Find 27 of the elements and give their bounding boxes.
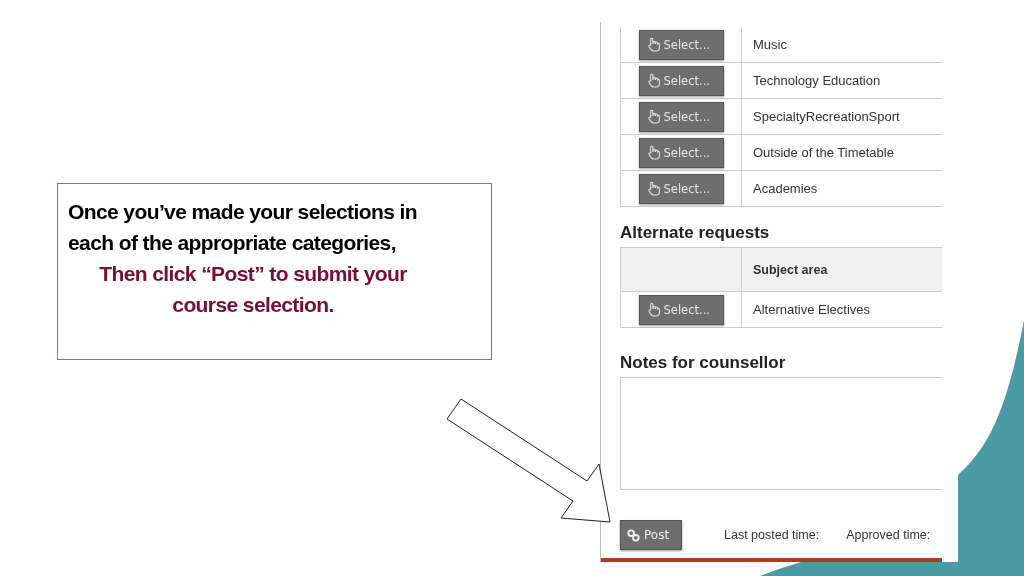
- table-cell-text: Music: [752, 36, 788, 54]
- pointing-hand-icon: [645, 109, 661, 124]
- select-button[interactable]: Select...: [638, 294, 724, 325]
- post-button[interactable]: Post: [620, 520, 682, 550]
- pointing-hand-icon: [645, 73, 661, 88]
- table-cell-text: Technology Education: [752, 72, 882, 90]
- approved-label: Approved time:: [846, 528, 931, 542]
- last-posted-label: Last posted time:: [724, 528, 820, 542]
- callout-instruction: Then click “Post” to submit your course selection.: [98, 261, 408, 318]
- select-button[interactable]: Select...: [638, 29, 724, 60]
- section-heading: Alternate requests: [620, 223, 771, 243]
- callout-text: Once you’ve made your selections in each of the appropriate categories,: [68, 199, 418, 256]
- table-cell-text: Alternative Electives: [752, 301, 872, 319]
- pointing-hand-icon: [645, 145, 661, 160]
- select-button[interactable]: Select...: [638, 101, 724, 132]
- table-cell-text: Academies: [752, 180, 819, 198]
- select-button[interactable]: Select...: [638, 137, 724, 168]
- table-cell-text: SpecialtyRecreationSport: [752, 108, 901, 126]
- pointing-hand-icon: [645, 37, 661, 52]
- pointing-hand-icon: [645, 181, 661, 196]
- select-button[interactable]: Select...: [638, 173, 724, 204]
- table-cell-text: Outside of the Timetable: [752, 144, 895, 162]
- select-button[interactable]: Select...: [638, 65, 724, 96]
- pointing-hand-icon: [645, 302, 661, 317]
- link-icon: [627, 528, 640, 542]
- section-heading: Notes for counsellor: [620, 353, 787, 373]
- notes-field[interactable]: [620, 377, 942, 490]
